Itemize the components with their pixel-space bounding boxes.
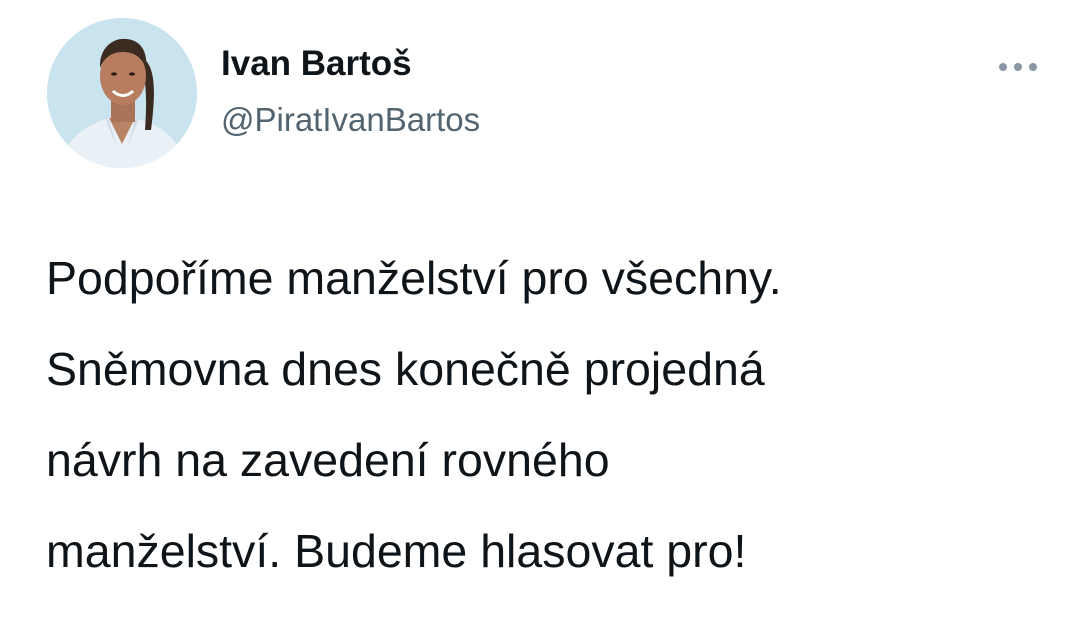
tweet: Ivan Bartoš @PiratIvanBartos Podpoříme m… <box>0 0 1080 619</box>
author-handle[interactable]: @PiratIvanBartos <box>221 100 480 140</box>
avatar[interactable] <box>47 18 197 168</box>
more-horizontal-icon <box>999 63 1037 71</box>
author-name[interactable]: Ivan Bartoš <box>221 44 412 84</box>
profile-photo-icon <box>47 18 197 168</box>
tweet-text: Podpoříme manželství pro všechny. Sněmov… <box>46 252 782 577</box>
more-options-button[interactable] <box>993 52 1043 82</box>
